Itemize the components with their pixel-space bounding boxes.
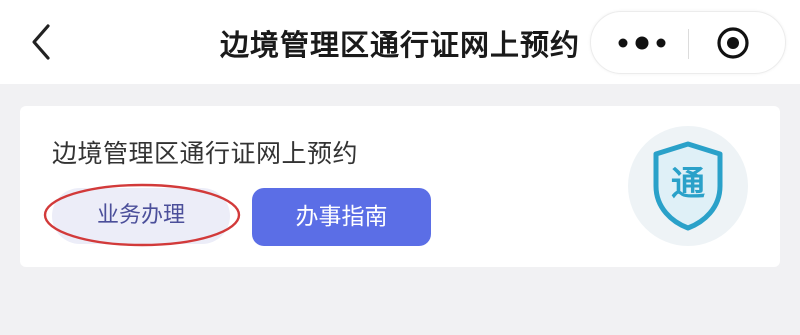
service-card: 边境管理区通行证网上预约 业务办理 办事指南 通 bbox=[20, 106, 780, 267]
card-title: 边境管理区通行证网上预约 bbox=[52, 139, 359, 168]
more-button[interactable] bbox=[611, 26, 673, 60]
close-button[interactable] bbox=[713, 26, 753, 60]
badge-logo: 通 bbox=[628, 126, 748, 246]
business-button[interactable]: 业务办理 bbox=[52, 188, 230, 244]
back-button[interactable] bbox=[22, 20, 62, 64]
capsule-divider bbox=[688, 29, 689, 59]
target-close-icon bbox=[717, 27, 749, 59]
more-dots-icon bbox=[618, 36, 666, 50]
chevron-left-icon bbox=[32, 24, 50, 60]
mini-program-capsule bbox=[590, 11, 786, 74]
guide-button[interactable]: 办事指南 bbox=[252, 188, 431, 246]
nav-header: 边境管理区通行证网上预约 bbox=[0, 0, 800, 84]
badge-char: 通 bbox=[671, 164, 705, 204]
